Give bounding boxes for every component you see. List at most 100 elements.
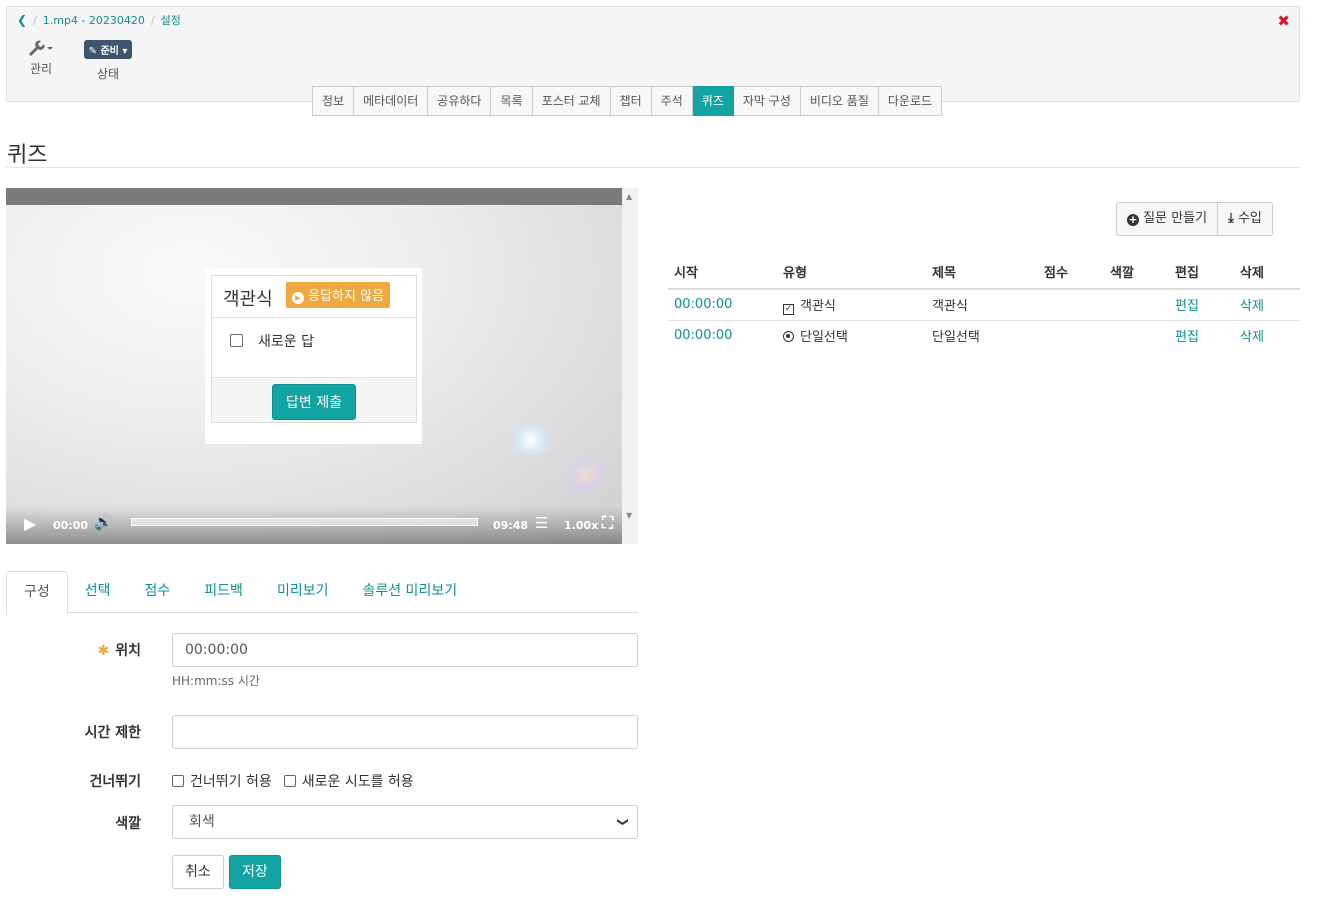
- status-badge[interactable]: ✎ 준비 ▾: [83, 40, 133, 59]
- allow-skip-checkbox[interactable]: [172, 775, 184, 787]
- column-header-title[interactable]: 제목: [926, 255, 1038, 290]
- table-row: 00:00:00 ✓ 객관식 객관식 편집 삭제: [668, 289, 1300, 321]
- pencil-icon: ✎: [88, 46, 97, 57]
- save-button[interactable]: 저장: [229, 855, 281, 889]
- position-help: HH:mm:ss 시간: [172, 674, 260, 688]
- form-tabs: 구성 선택 점수 피드백 미리보기 솔루션 미리보기: [6, 571, 638, 614]
- delete-link[interactable]: 삭제: [1234, 289, 1300, 321]
- allow-retry-checkbox[interactable]: [283, 775, 296, 787]
- start-time-link[interactable]: 00:00:00: [668, 289, 777, 321]
- question-color: [1104, 289, 1169, 321]
- column-header-type[interactable]: 유형: [777, 255, 926, 290]
- breadcrumb-current: 설정: [160, 14, 181, 27]
- tab-feedback[interactable]: 피드백: [187, 571, 260, 613]
- column-header-delete: 삭제: [1234, 255, 1300, 290]
- import-label: 수입: [1237, 211, 1262, 226]
- breadcrumb-separator: /: [33, 13, 37, 27]
- import-button[interactable]: ⤓ 수입: [1217, 202, 1273, 236]
- close-icon[interactable]: ✖: [1277, 12, 1290, 30]
- question-title: 단일선택: [932, 330, 980, 346]
- video-progress-bar[interactable]: [131, 518, 478, 526]
- status-dropdown[interactable]: ✎ 준비 ▾ 상태: [77, 40, 139, 82]
- checkbox-checked-icon: ✓: [783, 303, 794, 315]
- tab-quiz[interactable]: 퀴즈: [692, 86, 734, 116]
- tab-video-quality[interactable]: 비디오 품질: [800, 86, 879, 116]
- settings-tabs: 정보 메타데이터 공유하다 목록 포스터 교체 챕터 주석 퀴즈 자막 구성 비…: [312, 86, 943, 116]
- play-icon[interactable]: ▶: [24, 514, 36, 533]
- skip-label: 건너뛰기: [89, 774, 141, 790]
- submit-answer-button[interactable]: 답변 제출: [272, 384, 356, 420]
- tab-download[interactable]: 다운로드: [878, 86, 943, 116]
- status-label: 상태: [96, 67, 120, 81]
- question-actions: + 질문 만들기 ⤓ 수입: [1116, 202, 1273, 236]
- time-limit-input[interactable]: [172, 715, 638, 749]
- status-badge-label: 준비: [100, 46, 119, 57]
- question-score: [1038, 320, 1104, 351]
- play-circle-icon: ▶: [292, 292, 304, 304]
- back-chevron-icon[interactable]: ❮: [17, 13, 27, 27]
- wrench-icon: [21, 39, 61, 57]
- position-input[interactable]: 00:00:00: [172, 633, 638, 667]
- tab-chapters[interactable]: 챕터: [610, 86, 652, 116]
- question-color: [1104, 320, 1169, 351]
- breadcrumb-file-link[interactable]: 1.mp4 - 20230420: [43, 14, 145, 27]
- question-type: 단일선택: [800, 330, 848, 346]
- quiz-overlay-title: 객관식: [223, 289, 273, 310]
- tab-metadata[interactable]: 메타데이터: [354, 86, 429, 116]
- column-header-score[interactable]: 점수: [1038, 255, 1104, 290]
- tab-subtitles[interactable]: 자막 구성: [733, 86, 801, 116]
- quiz-overlay-header: 객관식 ▶ 응답하지 않음: [212, 276, 416, 318]
- scroll-up-icon[interactable]: ▲: [626, 192, 632, 201]
- start-time-link[interactable]: 00:00:00: [668, 320, 777, 351]
- tab-share[interactable]: 공유하다: [428, 86, 492, 116]
- question-type-cell: 단일선택: [777, 320, 926, 351]
- skip-options: 건너뛰기 허용 새로운 시도를 허용: [172, 771, 414, 791]
- tab-list[interactable]: 목록: [491, 86, 533, 116]
- tab-info[interactable]: 정보: [312, 86, 355, 116]
- create-question-label: 질문 만들기: [1143, 211, 1208, 226]
- color-select-value: 회색: [189, 814, 215, 830]
- tab-configuration[interactable]: 구성: [6, 571, 68, 614]
- breadcrumb-separator: /: [150, 13, 155, 27]
- tab-score[interactable]: 점수: [128, 571, 188, 613]
- edit-link[interactable]: 편집: [1169, 320, 1234, 351]
- create-question-button[interactable]: + 질문 만들기: [1116, 202, 1218, 236]
- question-title: 객관식: [926, 289, 1038, 321]
- playback-speed[interactable]: 1.00x: [564, 519, 598, 532]
- tab-choices[interactable]: 선택: [68, 571, 128, 613]
- allow-skip-label: 건너뛰기 허용: [190, 774, 272, 790]
- fullscreen-icon[interactable]: ⛶: [602, 513, 613, 533]
- quiz-status-label: 응답하지 않음: [308, 289, 385, 304]
- video-scrollbar[interactable]: ▲ ▼: [622, 188, 638, 544]
- column-header-color[interactable]: 색깔: [1104, 255, 1169, 290]
- caret-down-icon: ▾: [122, 46, 128, 57]
- tab-preview[interactable]: 미리보기: [260, 571, 346, 613]
- quiz-option-label: 새로운 답: [258, 334, 314, 350]
- edit-link[interactable]: 편집: [1169, 289, 1234, 321]
- radio-selected-icon: [783, 331, 794, 343]
- tab-solution-preview[interactable]: 솔루션 미리보기: [345, 571, 474, 613]
- color-select[interactable]: 회색 ❯: [172, 805, 638, 839]
- table-header-row: 시작 유형 제목 점수 색깔 편집 삭제: [668, 255, 1300, 290]
- tab-poster[interactable]: 포스터 교체: [532, 86, 611, 116]
- column-header-edit: 편집: [1169, 255, 1234, 290]
- chevron-down-icon: ❯: [616, 817, 630, 827]
- volume-icon[interactable]: 🔊: [94, 513, 113, 531]
- page-title: 퀴즈: [7, 143, 48, 168]
- chapters-list-icon[interactable]: ☰: [535, 514, 548, 532]
- tab-annotations[interactable]: 주석: [651, 86, 693, 116]
- question-type: 객관식: [800, 298, 836, 314]
- question-type-cell: ✓ 객관식: [777, 289, 926, 321]
- table-row: 00:00:00 단일선택 단일선택 편집 삭제: [668, 320, 1300, 351]
- upload-icon: ⤓: [1228, 211, 1234, 226]
- video-player[interactable]: 객관식 ▶ 응답하지 않음 새로운 답 답변 제출 ▶ 00:00 🔊 09:4…: [6, 188, 638, 544]
- cancel-button[interactable]: 취소: [172, 855, 224, 889]
- divider: [6, 167, 1300, 168]
- column-header-start[interactable]: 시작: [668, 255, 777, 290]
- manage-dropdown[interactable]: 관리: [21, 39, 61, 77]
- scroll-down-icon[interactable]: ▼: [626, 511, 632, 520]
- delete-link[interactable]: 삭제: [1234, 320, 1300, 351]
- color-label: 색깔: [115, 816, 141, 832]
- question-score: [1038, 289, 1104, 321]
- quiz-option-checkbox[interactable]: [230, 334, 243, 347]
